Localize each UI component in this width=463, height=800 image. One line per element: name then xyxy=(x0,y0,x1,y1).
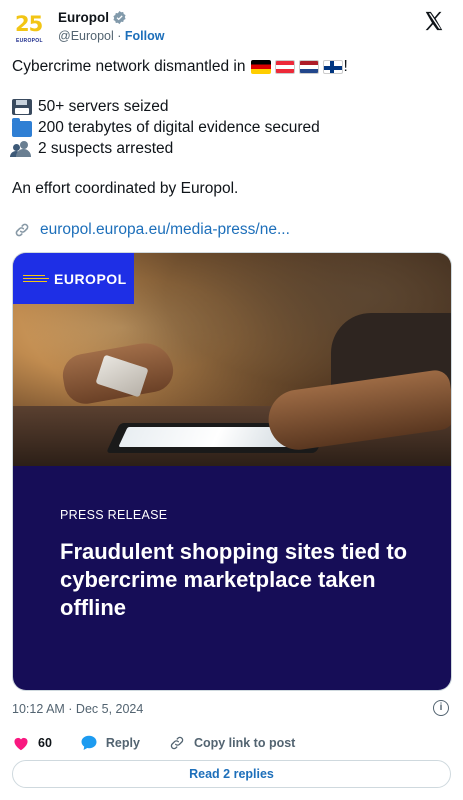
bullet-servers: 50+ servers seized xyxy=(12,96,451,117)
link-chain-icon xyxy=(15,223,29,237)
card-photo: EUROPOL xyxy=(13,253,451,466)
post-line-1: Cybercrime network dismantled in ! xyxy=(12,57,451,77)
avatar-label: EUROPOL xyxy=(16,38,43,44)
verified-icon xyxy=(113,10,126,25)
read-replies-button[interactable]: Read 2 replies xyxy=(12,760,451,788)
post-line-1-end: ! xyxy=(343,58,348,75)
info-icon[interactable]: i xyxy=(433,700,449,716)
post-bullets: 50+ servers seized 200 terabytes of digi… xyxy=(10,96,451,159)
avatar-number: 25 xyxy=(15,12,43,36)
finland-flag-icon xyxy=(323,60,344,74)
post-header: 25 EUROPOL Europol @Europol · Follow xyxy=(12,10,451,46)
account-name[interactable]: Europol xyxy=(58,10,109,25)
bullet-text: 50+ servers seized xyxy=(38,97,169,115)
folder-icon xyxy=(12,117,32,137)
account-handle[interactable]: @Europol xyxy=(58,29,114,43)
like-count: 60 xyxy=(38,735,52,750)
press-release-label: PRESS RELEASE xyxy=(60,508,168,522)
like-button[interactable]: 60 xyxy=(12,735,52,751)
action-bar: 60 Reply Copy link to post xyxy=(12,734,323,751)
card-title-panel: PRESS RELEASE Fraudulent shopping sites … xyxy=(13,466,451,690)
link-url[interactable]: europol.europa.eu/media-press/ne... xyxy=(40,220,290,240)
europol-logo: EUROPOL xyxy=(13,253,134,304)
follow-button[interactable]: Follow xyxy=(125,29,165,43)
name-row: Europol xyxy=(58,10,127,25)
avatar[interactable]: 25 EUROPOL xyxy=(14,12,48,46)
post-timestamp[interactable]: 10:12 AM · Dec 5, 2024 xyxy=(12,702,143,716)
austria-flag-icon xyxy=(275,60,296,74)
post-link[interactable]: europol.europa.eu/media-press/ne... xyxy=(12,220,451,240)
people-icon xyxy=(10,140,32,157)
floppy-disk-icon xyxy=(12,98,32,115)
germany-flag-icon xyxy=(251,60,272,74)
copy-link-label: Copy link to post xyxy=(193,735,296,750)
logo-text: EUROPOL xyxy=(54,270,127,287)
bullet-evidence: 200 terabytes of digital evidence secure… xyxy=(12,117,451,138)
reply-label: Reply xyxy=(105,735,140,750)
handle-row: @Europol · Follow xyxy=(58,29,165,43)
coordination-text: An effort coordinated by Europol. xyxy=(12,180,239,197)
logo-stripes-icon xyxy=(23,274,49,284)
bullet-text: 200 terabytes of digital evidence secure… xyxy=(38,118,320,136)
netherlands-flag-icon xyxy=(299,60,320,74)
bullet-suspects: 2 suspects arrested xyxy=(10,138,451,159)
bullet-text: 2 suspects arrested xyxy=(38,139,174,157)
x-logo-icon[interactable] xyxy=(423,10,445,32)
post-line-1-text: Cybercrime network dismantled in xyxy=(12,58,246,75)
link-preview-card[interactable]: EUROPOL PRESS RELEASE Fraudulent shoppin… xyxy=(12,252,452,691)
copy-link-icon xyxy=(170,736,184,749)
copy-link-button[interactable]: Copy link to post xyxy=(168,735,295,751)
card-headline: Fraudulent shopping sites tied to cyberc… xyxy=(60,539,408,620)
reply-bubble-icon xyxy=(81,735,97,750)
heart-icon xyxy=(14,737,28,750)
reply-button[interactable]: Reply xyxy=(80,734,140,751)
